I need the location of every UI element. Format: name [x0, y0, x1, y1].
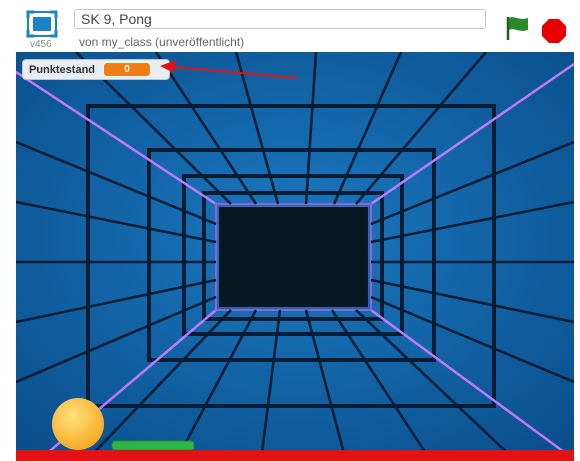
green-flag-icon [506, 17, 528, 40]
fullscreen-icon [26, 10, 58, 38]
stop-sign-icon [542, 19, 566, 43]
game-stage[interactable] [16, 52, 574, 461]
fullscreen-button[interactable] [26, 10, 58, 40]
green-flag-button[interactable] [504, 14, 532, 42]
player-header: v456 SK 9, Pong von my_class (unveröffen… [0, 0, 580, 52]
project-byline: von my_class (unveröffentlicht) [79, 35, 245, 49]
project-title-input[interactable]: SK 9, Pong [74, 9, 486, 29]
floor-bar [16, 450, 574, 461]
score-monitor[interactable]: Punktestand 0 [22, 59, 170, 80]
stop-button[interactable] [541, 18, 567, 44]
tunnel-backdrop [16, 52, 574, 461]
version-label: v456 [30, 39, 52, 50]
paddle-sprite[interactable] [111, 440, 195, 451]
ball-sprite[interactable] [52, 398, 104, 450]
score-label: Punktestand [29, 63, 96, 76]
tunnel-end [219, 207, 368, 307]
score-value: 0 [103, 62, 152, 77]
